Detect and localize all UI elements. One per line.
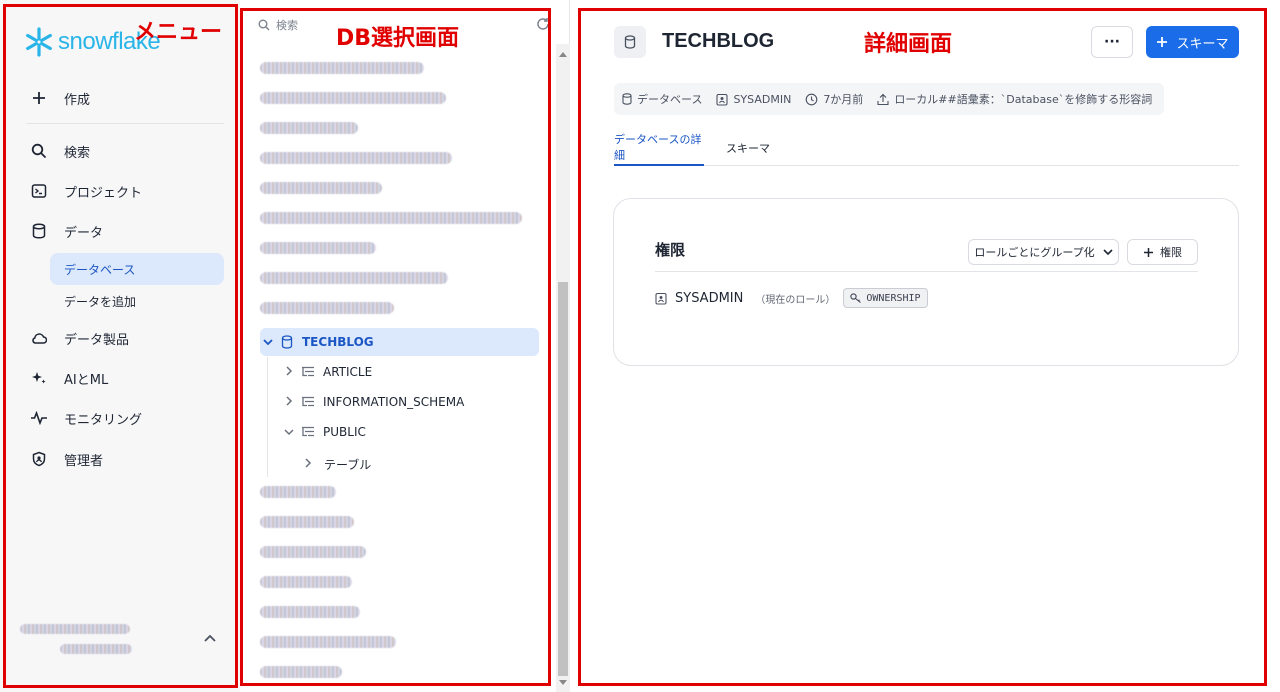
annotation-label-detail: 詳細画面 [864,32,953,57]
tree-scrollbar-thumb[interactable] [558,282,568,676]
scroll-up-arrow-icon[interactable] [559,52,567,57]
annotation-label-menu: メニュー [134,20,223,45]
annotation-box-db-select [240,8,551,686]
scroll-down-arrow-icon[interactable] [559,680,567,685]
annotation-box-menu [3,4,238,688]
annotation-label-db-select: DB選択画面 [336,26,460,51]
annotation-box-detail [578,8,1267,686]
